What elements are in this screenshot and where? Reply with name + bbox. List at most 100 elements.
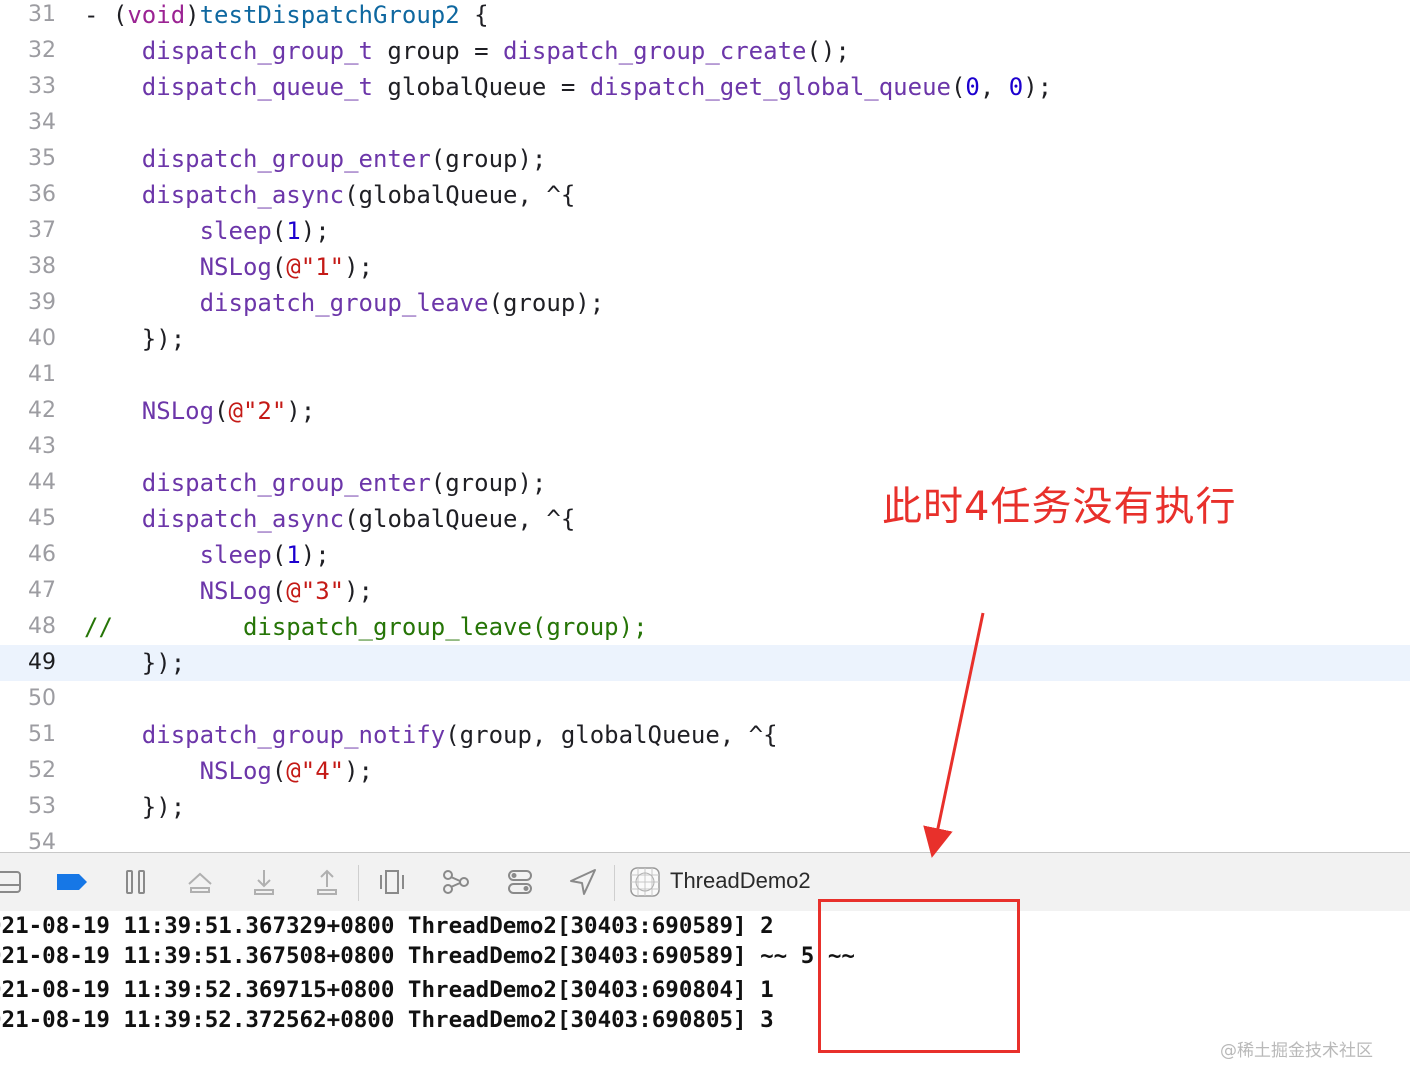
code-token: dispatch_group_notify — [141, 721, 446, 749]
code-token: NSLog — [199, 757, 272, 785]
code-token: 1 — [286, 541, 301, 569]
pause-icon[interactable] — [119, 865, 153, 899]
step-into-icon[interactable] — [247, 865, 281, 899]
console-line: 021-08-19 11:39:51.367508+0800 ThreadDem… — [0, 943, 855, 969]
code-line[interactable]: 33 dispatch_queue_t globalQueue = dispat… — [0, 69, 1410, 105]
code-token: dispatch_async — [141, 181, 345, 209]
debug-toolbar: ThreadDemo2 — [0, 852, 1410, 912]
code-token: dispatch_queue_t — [141, 73, 373, 101]
code-token: globalQueue = — [372, 73, 590, 101]
code-line[interactable]: 47 NSLog(@"3"); — [0, 573, 1410, 609]
console-line: 021-08-19 11:39:52.372562+0800 ThreadDem… — [0, 1007, 774, 1033]
code-line[interactable]: 53 }); — [0, 789, 1410, 825]
code-line[interactable]: 54 — [0, 825, 1410, 852]
code-text: sleep(1); — [84, 537, 330, 573]
target-name-label[interactable]: ThreadDemo2 — [670, 868, 811, 894]
code-line[interactable]: 50 — [0, 681, 1410, 717]
code-line[interactable]: 42 NSLog(@"2"); — [0, 393, 1410, 429]
line-number: 53 — [28, 794, 56, 819]
code-text: }); — [84, 789, 185, 825]
code-token: ); — [1023, 73, 1053, 101]
code-token: { — [459, 1, 489, 29]
code-token: void — [127, 1, 186, 29]
code-line[interactable]: 40 }); — [0, 321, 1410, 357]
code-line[interactable]: 37 sleep(1); — [0, 213, 1410, 249]
code-token: dispatch_async — [141, 505, 345, 533]
code-text: NSLog(@"2"); — [84, 393, 315, 429]
code-token: ( — [271, 217, 287, 245]
code-token: // dispatch_group_leave(group); — [84, 613, 648, 641]
console-line: 021-08-19 11:39:51.367329+0800 ThreadDem… — [0, 913, 774, 939]
code-line[interactable]: 34 — [0, 105, 1410, 141]
code-token: ); — [344, 577, 373, 605]
code-line[interactable]: 31 - (void)testDispatchGroup2 { — [0, 0, 1410, 33]
code-text: sleep(1); — [84, 213, 330, 249]
code-token: }); — [84, 649, 186, 677]
code-line[interactable]: 36 dispatch_async(globalQueue, ^{ — [0, 177, 1410, 213]
line-number: 34 — [28, 110, 56, 135]
breakpoints-toggle-icon[interactable] — [55, 865, 89, 899]
code-line[interactable]: 52 NSLog(@"4"); — [0, 753, 1410, 789]
code-editor[interactable]: 31- (void)testDispatchGroup2 {32 dispatc… — [0, 0, 1410, 852]
code-line[interactable]: 32 dispatch_group_t group = dispatch_gro… — [0, 33, 1410, 69]
code-text: NSLog(@"1"); — [84, 249, 373, 285]
step-out-icon[interactable] — [310, 865, 344, 899]
code-token: ) — [185, 1, 200, 29]
code-line[interactable]: 35 dispatch_group_enter(group); — [0, 141, 1410, 177]
code-line[interactable]: 41 — [0, 357, 1410, 393]
code-line[interactable]: 43 — [0, 429, 1410, 465]
code-token: 0 — [965, 73, 980, 101]
line-number: 40 — [28, 326, 56, 351]
line-number: 33 — [28, 74, 56, 99]
line-number: 31 — [28, 2, 56, 27]
environment-overrides-icon[interactable] — [503, 865, 537, 899]
code-line[interactable]: 51 dispatch_group_notify(group, globalQu… — [0, 717, 1410, 753]
code-token: ( — [271, 541, 287, 569]
target-app-icon[interactable] — [628, 865, 662, 899]
code-text: dispatch_async(globalQueue, ^{ — [84, 177, 575, 213]
code-line[interactable]: 49 }); — [0, 645, 1410, 681]
debug-console[interactable]: 021-08-19 11:39:51.367329+0800 ThreadDem… — [0, 911, 1410, 1086]
memory-graph-icon[interactable] — [439, 865, 473, 899]
code-text: dispatch_group_enter(group); — [84, 465, 547, 501]
code-token: , — [979, 73, 1009, 101]
code-line[interactable]: 38 NSLog(@"1"); — [0, 249, 1410, 285]
line-number: 50 — [28, 686, 56, 711]
code-text: dispatch_queue_t globalQueue = dispatch_… — [84, 69, 1052, 105]
code-token: sleep — [199, 541, 272, 569]
code-line[interactable]: 39 dispatch_group_leave(group); — [0, 285, 1410, 321]
code-token: ); — [344, 253, 373, 281]
code-token: dispatch_group_leave — [199, 289, 489, 317]
console-line: 021-08-19 11:39:52.369715+0800 ThreadDem… — [0, 977, 774, 1003]
code-token: (group); — [488, 289, 605, 317]
code-token: @"4" — [286, 757, 345, 785]
code-line[interactable]: 48 // dispatch_group_leave(group); — [0, 609, 1410, 645]
code-token: ); — [300, 217, 330, 245]
line-number: 48 — [28, 614, 56, 639]
code-text: NSLog(@"4"); — [84, 753, 373, 789]
step-over-icon[interactable] — [183, 865, 217, 899]
view-hierarchy-icon[interactable] — [375, 865, 409, 899]
code-token: (globalQueue, ^{ — [344, 505, 576, 533]
code-token: sleep — [199, 217, 272, 245]
code-line[interactable]: 46 sleep(1); — [0, 537, 1410, 573]
code-token: }); — [84, 325, 186, 353]
code-token: dispatch_get_global_queue — [589, 73, 951, 101]
code-text: dispatch_group_notify(group, globalQueue… — [84, 717, 778, 753]
watermark: @稀土掘金技术社区 — [1220, 1041, 1373, 1061]
line-number: 41 — [28, 362, 56, 387]
code-token: ( — [950, 73, 966, 101]
code-text: // dispatch_group_leave(group); — [84, 609, 648, 645]
hide-debug-area-icon[interactable] — [0, 865, 26, 899]
code-token: NSLog — [199, 577, 272, 605]
simulate-location-icon[interactable] — [566, 865, 600, 899]
code-token: ( — [271, 253, 287, 281]
code-text: }); — [84, 321, 185, 357]
